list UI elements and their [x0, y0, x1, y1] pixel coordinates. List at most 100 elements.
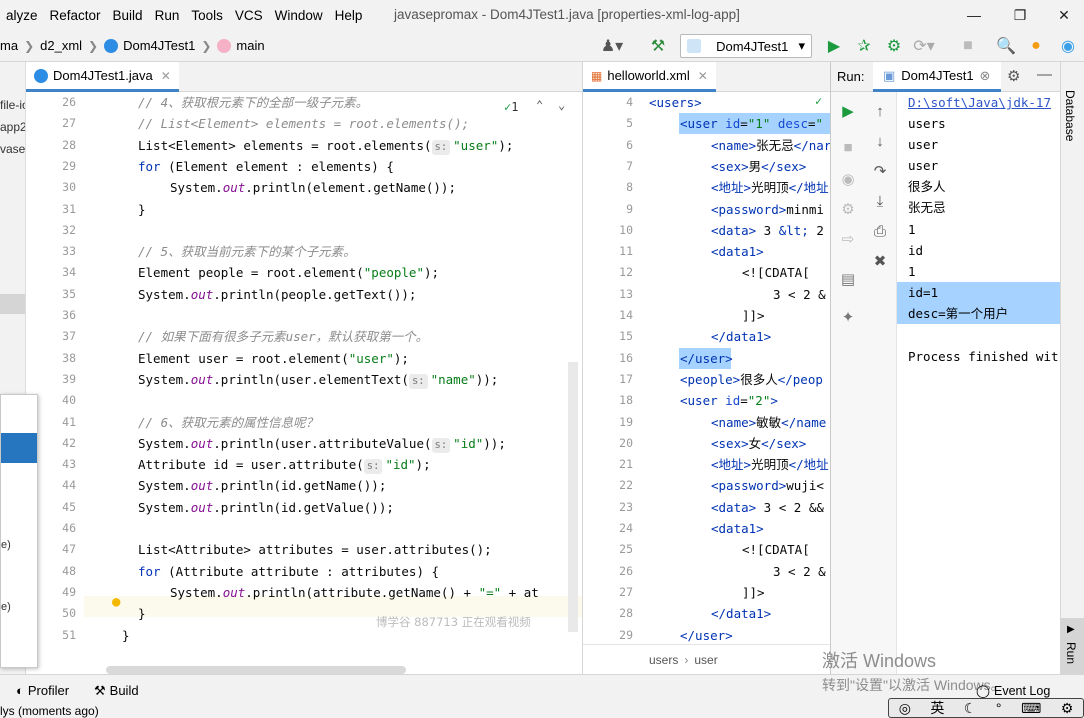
- menu-build[interactable]: Build: [107, 8, 149, 23]
- database-tool-button[interactable]: Database: [1063, 90, 1077, 141]
- code-token: "=": [478, 584, 502, 600]
- search-icon[interactable]: 🔍: [994, 34, 1018, 58]
- run-configuration-select[interactable]: Dom4JTest1 ▾: [680, 34, 812, 58]
- console-jdk-path[interactable]: D:\soft\Java\jdk-17: [897, 92, 1061, 113]
- camera-icon[interactable]: ◉: [837, 168, 859, 190]
- pin-icon[interactable]: ✦: [837, 306, 859, 328]
- project-item[interactable]: app2: [0, 120, 25, 134]
- crumb-class[interactable]: Dom4JTest1: [123, 38, 195, 53]
- selected-tree-row[interactable]: [0, 294, 25, 314]
- stop-icon[interactable]: ■: [956, 34, 980, 58]
- minimize-button[interactable]: —: [952, 0, 996, 30]
- code-line: <password>wuji<: [711, 475, 824, 496]
- code-area[interactable]: 26 27 28 29 30 31 32 33 34 35 36 37 38 39 40 41 42 43 44 45…: [26, 92, 582, 644]
- code-token: desc: [777, 116, 808, 132]
- wrap-icon[interactable]: ↷: [869, 160, 891, 182]
- close-icon[interactable]: ✕: [161, 69, 171, 83]
- maximize-icon[interactable]: ❐: [998, 0, 1042, 30]
- popup-item[interactable]: e): [1, 601, 11, 613]
- gear-icon[interactable]: ⚙: [1007, 67, 1020, 85]
- code-token: Attribute id = user.attribute(: [138, 457, 364, 473]
- ide-logo-icon[interactable]: ◉: [1056, 34, 1080, 58]
- gear-icon[interactable]: ⚙: [1061, 700, 1074, 717]
- vertical-scrollbar[interactable]: [568, 362, 578, 632]
- crumb-package[interactable]: d2_xml: [40, 38, 82, 53]
- keyboard-icon[interactable]: ⌨: [1021, 700, 1041, 717]
- crumb-project[interactable]: ma: [0, 38, 18, 53]
- punctuation-icon[interactable]: °: [996, 700, 1002, 716]
- print-icon[interactable]: ⎙: [869, 220, 891, 242]
- login-icon[interactable]: ⇨: [837, 228, 859, 250]
- project-item[interactable]: vase: [0, 142, 25, 156]
- xml-crumb-users[interactable]: users: [649, 653, 678, 667]
- code-token: );: [415, 457, 431, 473]
- menu-refactor[interactable]: Refactor: [44, 8, 107, 23]
- line-number: 26: [619, 563, 633, 578]
- run-tab-dom4jtest1[interactable]: ▣ Dom4JTest1 ⊗: [873, 62, 1001, 92]
- menu-tools[interactable]: Tools: [185, 8, 229, 23]
- scroll-end-icon[interactable]: ⤓: [869, 190, 891, 212]
- user-account-icon[interactable]: ♟▾: [600, 34, 624, 58]
- arrow-up-icon[interactable]: ↑: [869, 100, 891, 122]
- popup-selected-item[interactable]: [1, 433, 37, 463]
- code-token: </sex>: [761, 435, 807, 451]
- chevron-down-icon[interactable]: ⌄: [558, 98, 565, 112]
- close-window-button[interactable]: ✕: [1042, 0, 1084, 30]
- xml-code-area[interactable]: 4 5 6 7 8 9 10 11 12 13 14 15 16 17 18 19 20 21 22 23 24 25 26…: [583, 92, 831, 644]
- close-icon[interactable]: ✕: [698, 69, 708, 83]
- run-icon[interactable]: ▶: [822, 34, 846, 58]
- code-line: <![CDATA[: [742, 262, 810, 283]
- code-line: List<Attribute> attributes = user.attrib…: [138, 539, 492, 560]
- console-process-finished: Process finished wit: [908, 349, 1059, 364]
- line-number: 12: [619, 265, 633, 280]
- code-token: </sex>: [761, 158, 807, 174]
- hammer-build-icon[interactable]: ⚒: [646, 34, 670, 58]
- chevron-up-icon[interactable]: ⌃: [536, 98, 543, 112]
- crumb-method[interactable]: main: [236, 38, 264, 53]
- run-tool-button[interactable]: ▶ Run: [1061, 618, 1084, 674]
- build-button[interactable]: ⚒ Build: [94, 683, 139, 699]
- menu-vcs[interactable]: VCS: [229, 8, 269, 23]
- line-number: 18: [619, 393, 633, 408]
- project-item[interactable]: file-io: [0, 98, 25, 112]
- line-number: 29: [62, 158, 76, 173]
- profiler-button[interactable]: ◐ Profiler: [16, 683, 69, 698]
- menu-help[interactable]: Help: [329, 8, 369, 23]
- moon-icon[interactable]: ☾: [964, 700, 977, 717]
- event-log-button[interactable]: ◯ Event Log: [976, 683, 1050, 698]
- tab-dom4jtest1[interactable]: Dom4JTest1.java ✕: [26, 62, 179, 92]
- menu-analyze[interactable]: alyze: [0, 8, 44, 23]
- console-output[interactable]: D:\soft\Java\jdk-17 users user user 很多人 …: [897, 92, 1061, 674]
- close-icon[interactable]: ⊗: [980, 68, 991, 84]
- code-token: // 6、获取元素的属性信息呢？: [138, 414, 319, 430]
- code-token: out: [190, 371, 214, 387]
- lightbulb-icon[interactable]: ●: [112, 594, 120, 610]
- popup-item[interactable]: e): [1, 539, 11, 551]
- menu-run[interactable]: Run: [149, 8, 186, 23]
- layout-icon[interactable]: ▤: [837, 268, 859, 290]
- tab-helloworld-xml[interactable]: ▦ helloworld.xml ✕: [583, 62, 716, 92]
- code-token: }: [122, 627, 130, 643]
- debug-icon[interactable]: ✰: [852, 34, 876, 58]
- line-gutter: 4 5 6 7 8 9 10 11 12 13 14 15 16 17 18 19 20 21 22 23 24 25 26…: [583, 92, 641, 644]
- xml-crumb-user[interactable]: user: [694, 653, 717, 667]
- ime-icon[interactable]: ◎: [899, 700, 911, 717]
- code-token: // 4、获取根元素下的全部一级子元素。: [138, 95, 369, 110]
- arrow-down-icon[interactable]: ↓: [869, 130, 891, 152]
- rerun-icon[interactable]: ▶: [837, 100, 859, 122]
- coverage-icon[interactable]: ⚙: [882, 34, 906, 58]
- language-icon[interactable]: 英: [930, 698, 944, 718]
- settings-icon[interactable]: ⚙: [837, 198, 859, 220]
- menu-window[interactable]: Window: [269, 8, 329, 23]
- update-icon[interactable]: ●: [1024, 34, 1048, 58]
- trash-icon[interactable]: ✖: [869, 250, 891, 272]
- hide-panel-icon[interactable]: —: [1037, 66, 1052, 83]
- horizontal-scrollbar[interactable]: [106, 666, 406, 674]
- inspection-check-icon[interactable]: ✓1: [504, 100, 518, 114]
- code-token: id: [725, 116, 741, 132]
- stop-icon[interactable]: ■: [837, 136, 859, 158]
- profile-icon[interactable]: ⟳▾: [912, 34, 936, 58]
- line-number: 14: [619, 308, 633, 322]
- inspection-check-icon[interactable]: ✓: [815, 94, 822, 108]
- code-line: <user id="1" desc=": [680, 113, 823, 134]
